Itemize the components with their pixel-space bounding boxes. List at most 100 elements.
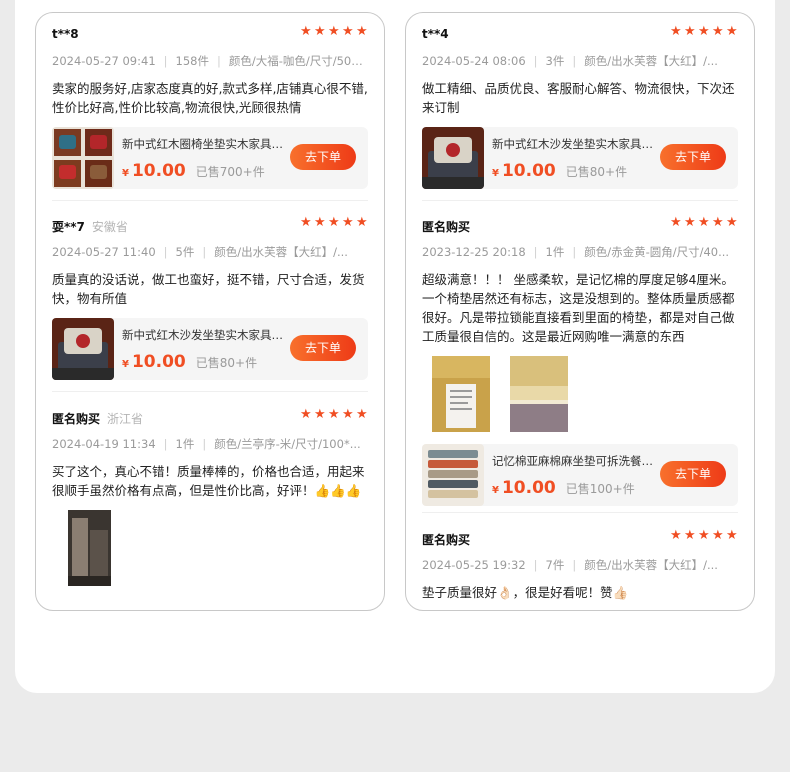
review-date: 2024-04-19 11:34 [52,437,156,451]
rating-stars: ★ ★ ★ ★ ★ [670,24,738,39]
product-thumbnail[interactable] [52,318,114,380]
order-button[interactable]: 去下单 [660,144,726,170]
product-card[interactable]: 新中式红木沙发坐垫实木家具座... ¥10.00 已售80+件 去下单 [52,318,368,380]
review-qty: 158件 [175,54,209,68]
review-text: 质量真的没话说，做工也蛮好，挺不错，尺寸合适，发货快，物有所值 [52,272,365,306]
product-card[interactable]: 新中式红木沙发坐垫实木家具座... ¥10.00 已售80+件 去下单 [422,127,738,189]
product-name[interactable]: 新中式红木沙发坐垫实木家具座... [122,327,292,343]
review-photo[interactable] [510,356,568,432]
order-button[interactable]: 去下单 [660,461,726,487]
star-icon: ★ [712,24,724,39]
review-text: 垫子质量很好👌🏻，很是好看呢！赞👍🏻 [422,585,629,600]
review-column-right: t**4 ★ ★ ★ ★ ★ 2024-05-24 08:06 | 3件 | 颜色/出水芙蓉【大… [405,12,755,611]
review-date: 2023-12-25 20:18 [422,245,526,259]
review-meta: 2024-05-27 11:40 | 5件 | 颜色/出水芙蓉【大红】/... [52,245,348,259]
product-thumbnail[interactable] [422,444,484,506]
product-price: ¥10.00 已售700+件 [122,161,265,181]
star-icon: ★ [300,215,312,230]
divider [422,200,738,201]
product-card[interactable]: 记忆棉亚麻棉麻坐垫可拆洗餐桌... ¥10.00 已售100+件 去下单 [422,444,738,506]
reviewer-name: 匿名购买 浙江省 [52,412,144,426]
star-icon: ★ [726,528,738,543]
review-spec: 颜色/大福-咖色/尺寸/50*5... [228,54,368,68]
star-icon: ★ [698,215,710,230]
star-icon: ★ [684,215,696,230]
review-qty: 1件 [175,437,195,451]
product-price: ¥10.00 已售100+件 [492,478,635,498]
review-qty: 5件 [175,245,195,259]
rating-stars: ★ ★ ★ ★ ★ [300,24,368,39]
review-card: t**8 ★ ★ ★ ★ ★ 2024-05-27 09:41 | 158件 | 颜色/大福-咖… [36,25,384,189]
review-date: 2024-05-24 08:06 [422,54,526,68]
review-qty: 7件 [545,558,565,572]
product-price: ¥10.00 已售80+件 [122,352,258,372]
star-icon: ★ [314,24,326,39]
review-column-left: t**8 ★ ★ ★ ★ ★ 2024-05-27 09:41 | 158件 | 颜色/大福-咖… [35,12,385,611]
review-photo[interactable] [432,356,490,432]
rating-stars: ★ ★ ★ ★ ★ [670,528,738,543]
star-icon: ★ [670,528,682,543]
product-price: ¥10.00 已售80+件 [492,161,628,181]
star-icon: ★ [314,407,326,422]
sold-count: 已售100+件 [565,482,635,496]
review-card: 匿名购买 浙江省 ★ ★ ★ ★ ★ 2024-04-19 11:34 | 1件 | 颜色/兰亭序… [36,408,384,588]
star-icon: ★ [314,215,326,230]
divider [52,200,368,201]
review-meta: 2024-05-27 09:41 | 158件 | 颜色/大福-咖色/尺寸/50*5..… [52,53,368,69]
star-icon: ★ [356,407,368,422]
review-photos [422,356,738,434]
star-icon: ★ [698,528,710,543]
review-text: 买了这个，真心不错！质量棒棒的，价格也合适，用起来很顺手虽然价格有点高，但是性价… [52,464,365,498]
reviewer-name: 耍**7 安徽省 [52,220,128,234]
divider [52,391,368,392]
star-icon: ★ [726,24,738,39]
order-button[interactable]: 去下单 [290,144,356,170]
star-icon: ★ [300,24,312,39]
product-thumbnail[interactable] [52,127,114,189]
product-name[interactable]: 新中式红木沙发坐垫实木家具座... [492,136,662,152]
sold-count: 已售700+件 [195,165,265,179]
star-icon: ★ [712,528,724,543]
review-spec: 颜色/出水芙蓉【大红】/... [584,54,718,68]
review-meta: 2023-12-25 20:18 | 1件 | 颜色/赤金黄-圆角/尺寸/40... [422,245,730,259]
rating-stars: ★ ★ ★ ★ ★ [300,407,368,422]
star-icon: ★ [684,24,696,39]
rating-stars: ★ ★ ★ ★ ★ [300,215,368,230]
review-date: 2024-05-25 19:32 [422,558,526,572]
review-meta: 2024-04-19 11:34 | 1件 | 颜色/兰亭序-米/尺寸/100*... [52,437,361,451]
product-thumbnail[interactable] [422,127,484,189]
reviewer-region: 安徽省 [91,220,128,234]
review-date: 2024-05-27 11:40 [52,245,156,259]
star-icon: ★ [328,215,340,230]
review-meta: 2024-05-25 19:32 | 7件 | 颜色/出水芙蓉【大红】/... [422,558,718,572]
reviewer-name: t**4 [422,27,449,41]
star-icon: ★ [356,24,368,39]
review-text: 做工精细、品质优良、客服耐心解答、物流很快，下次还来订制 [422,81,735,115]
product-card[interactable]: 新中式红木圈椅坐垫实木家具茶... ¥10.00 已售700+件 去下单 [52,127,368,189]
star-icon: ★ [342,215,354,230]
review-card: t**4 ★ ★ ★ ★ ★ 2024-05-24 08:06 | 3件 | 颜色/出水芙蓉【大… [406,25,754,189]
product-name[interactable]: 新中式红木圈椅坐垫实木家具茶... [122,136,292,152]
review-spec: 颜色/兰亭序-米/尺寸/100*... [214,437,361,451]
review-card: 匿名购买 ★ ★ ★ ★ ★ 2024-05-25 19:32 | 7件 | 颜色/出水芙蓉【大… [406,529,754,602]
review-qty: 1件 [545,245,565,259]
star-icon: ★ [670,215,682,230]
reviewer-region: 浙江省 [107,412,144,426]
star-icon: ★ [726,215,738,230]
star-icon: ★ [684,528,696,543]
review-text: 卖家的服务好,店家态度真的好,款式多样,店铺真心很不错,性价比好高,性价比较高,… [52,81,368,115]
star-icon: ★ [328,407,340,422]
order-button[interactable]: 去下单 [290,335,356,361]
reviewer-name: 匿名购买 [422,220,471,234]
review-qty: 3件 [545,54,565,68]
star-icon: ★ [670,24,682,39]
reviewer-name: t**8 [52,27,79,41]
review-spec: 颜色/赤金黄-圆角/尺寸/40... [584,245,730,259]
star-icon: ★ [328,24,340,39]
star-icon: ★ [356,215,368,230]
review-spec: 颜色/出水芙蓉【大红】/... [214,245,348,259]
review-meta: 2024-05-24 08:06 | 3件 | 颜色/出水芙蓉【大红】/... [422,54,718,68]
star-icon: ★ [342,407,354,422]
product-name[interactable]: 记忆棉亚麻棉麻坐垫可拆洗餐桌... [492,453,662,469]
review-photo[interactable] [68,510,111,586]
